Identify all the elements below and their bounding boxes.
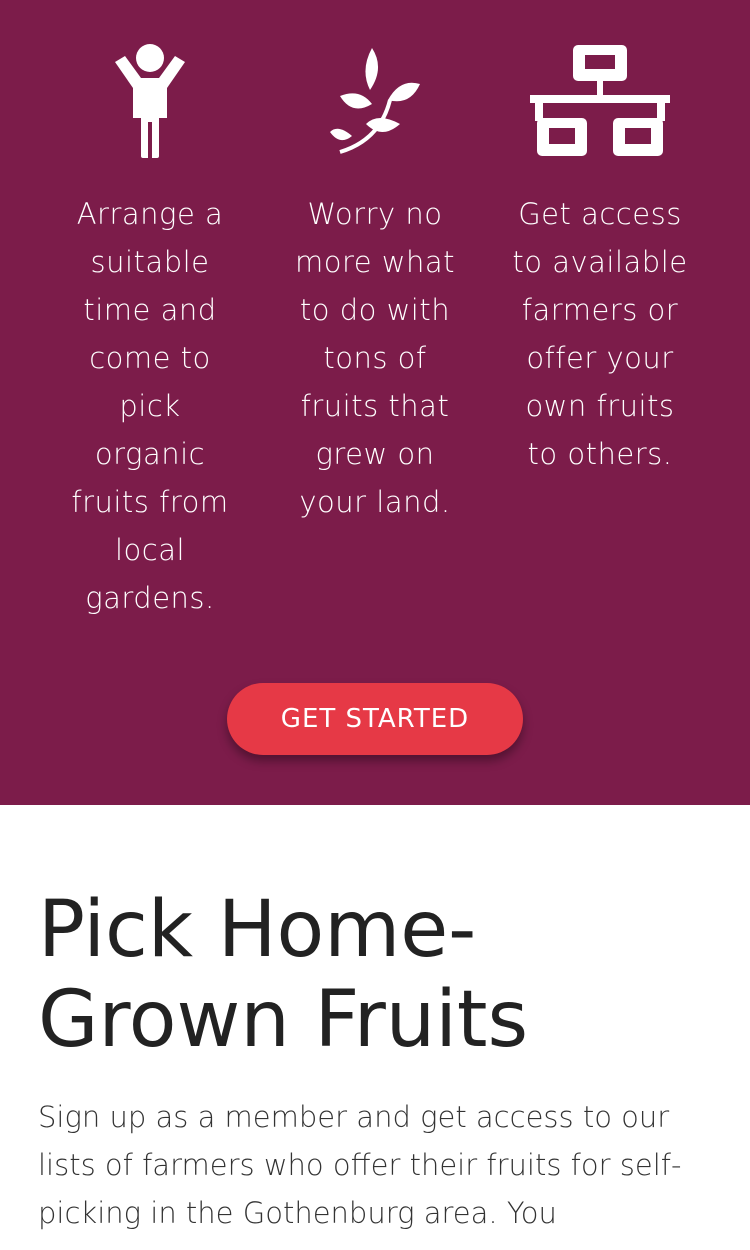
feature-access-text: Get access to available farmers or offer… bbox=[512, 197, 688, 471]
sitemap-icon bbox=[510, 40, 690, 160]
child-icon bbox=[60, 40, 240, 160]
feature-surplus-text: Worry no more what to do with tons of fr… bbox=[294, 197, 456, 519]
get-started-button[interactable]: GET STARTED bbox=[227, 683, 523, 755]
features-section: Arrange a suitable time and come to pick… bbox=[0, 0, 750, 805]
feature-pick-text: Arrange a suitable time and come to pick… bbox=[71, 197, 229, 615]
about-section: Pick Home-Grown Fruits Sign up as a memb… bbox=[0, 805, 750, 1250]
pagelines-leaf-icon bbox=[285, 40, 465, 160]
section-body: Sign up as a member and get access to ou… bbox=[38, 1100, 682, 1230]
section-title: Pick Home-Grown Fruits bbox=[38, 885, 529, 1065]
